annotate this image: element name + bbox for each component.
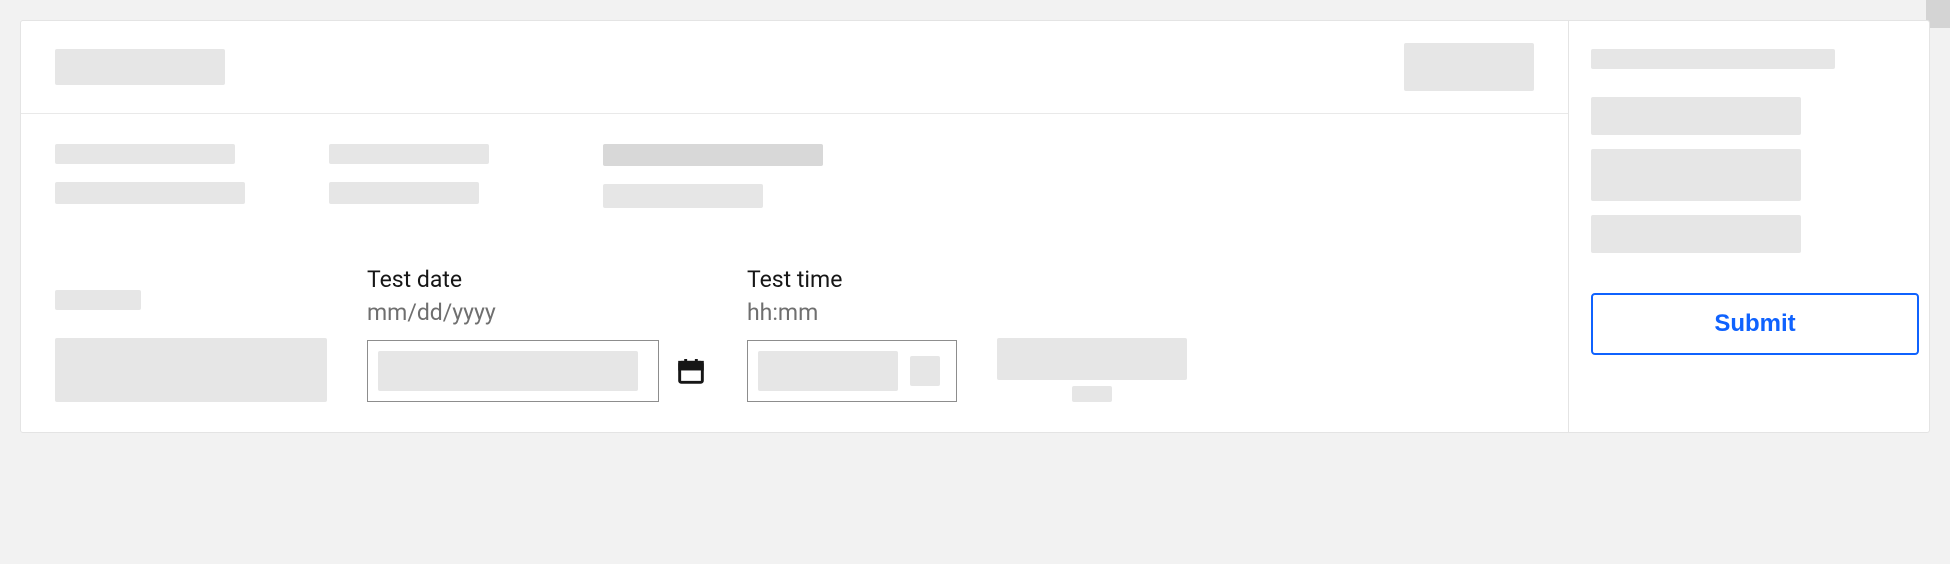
lower-left-box-skeleton: [55, 338, 327, 402]
test-time-label: Test time: [747, 266, 957, 293]
header-title-skeleton: [55, 49, 225, 85]
main-panel: Test date mm/dd/yyyy: [21, 21, 1569, 432]
content-card: Test date mm/dd/yyyy: [20, 20, 1930, 433]
card-body: Test date mm/dd/yyyy: [21, 114, 1568, 432]
col-2: [329, 144, 559, 204]
test-time-hint: hh:mm: [747, 299, 957, 326]
test-time-input[interactable]: [747, 340, 957, 402]
col2-line1-skeleton: [329, 144, 489, 164]
side-box1-skeleton: [1591, 97, 1801, 135]
test-date-input[interactable]: [367, 340, 659, 402]
card-header: [21, 21, 1568, 114]
test-time-ampm-skeleton: [910, 356, 940, 386]
test-date-row: [367, 340, 707, 402]
col-1: [55, 144, 285, 204]
lower-right-box-skeleton: [997, 338, 1187, 380]
test-time-group: Test time hh:mm: [747, 266, 957, 402]
col2-line2-skeleton: [329, 182, 479, 204]
col1-line1-skeleton: [55, 144, 235, 164]
calendar-icon[interactable]: [675, 355, 707, 387]
test-date-label: Test date: [367, 266, 707, 293]
lower-right-small-skeleton: [1072, 386, 1112, 402]
col-3: [603, 144, 863, 208]
test-date-hint: mm/dd/yyyy: [367, 299, 707, 326]
header-action-skeleton: [1404, 43, 1534, 91]
submit-button[interactable]: Submit: [1591, 293, 1919, 355]
test-time-value-skeleton: [758, 351, 898, 391]
submit-button-label: Submit: [1714, 310, 1795, 338]
page: Test date mm/dd/yyyy: [0, 0, 1950, 453]
side-panel: Submit: [1569, 21, 1929, 432]
test-date-value-skeleton: [378, 351, 638, 391]
test-date-group: Test date mm/dd/yyyy: [367, 266, 707, 402]
lower-right: [997, 338, 1187, 402]
col3-line1-skeleton: [603, 144, 823, 166]
col3-line2-skeleton: [603, 184, 763, 208]
col1-line2-skeleton: [55, 182, 245, 204]
side-box3-skeleton: [1591, 215, 1801, 253]
lower-row: Test date mm/dd/yyyy: [55, 266, 1534, 402]
side-box2-skeleton: [1591, 149, 1801, 201]
top-columns: [55, 144, 1534, 208]
lower-left: [55, 290, 327, 402]
side-title-skeleton: [1591, 49, 1835, 69]
lower-left-label-skeleton: [55, 290, 141, 310]
